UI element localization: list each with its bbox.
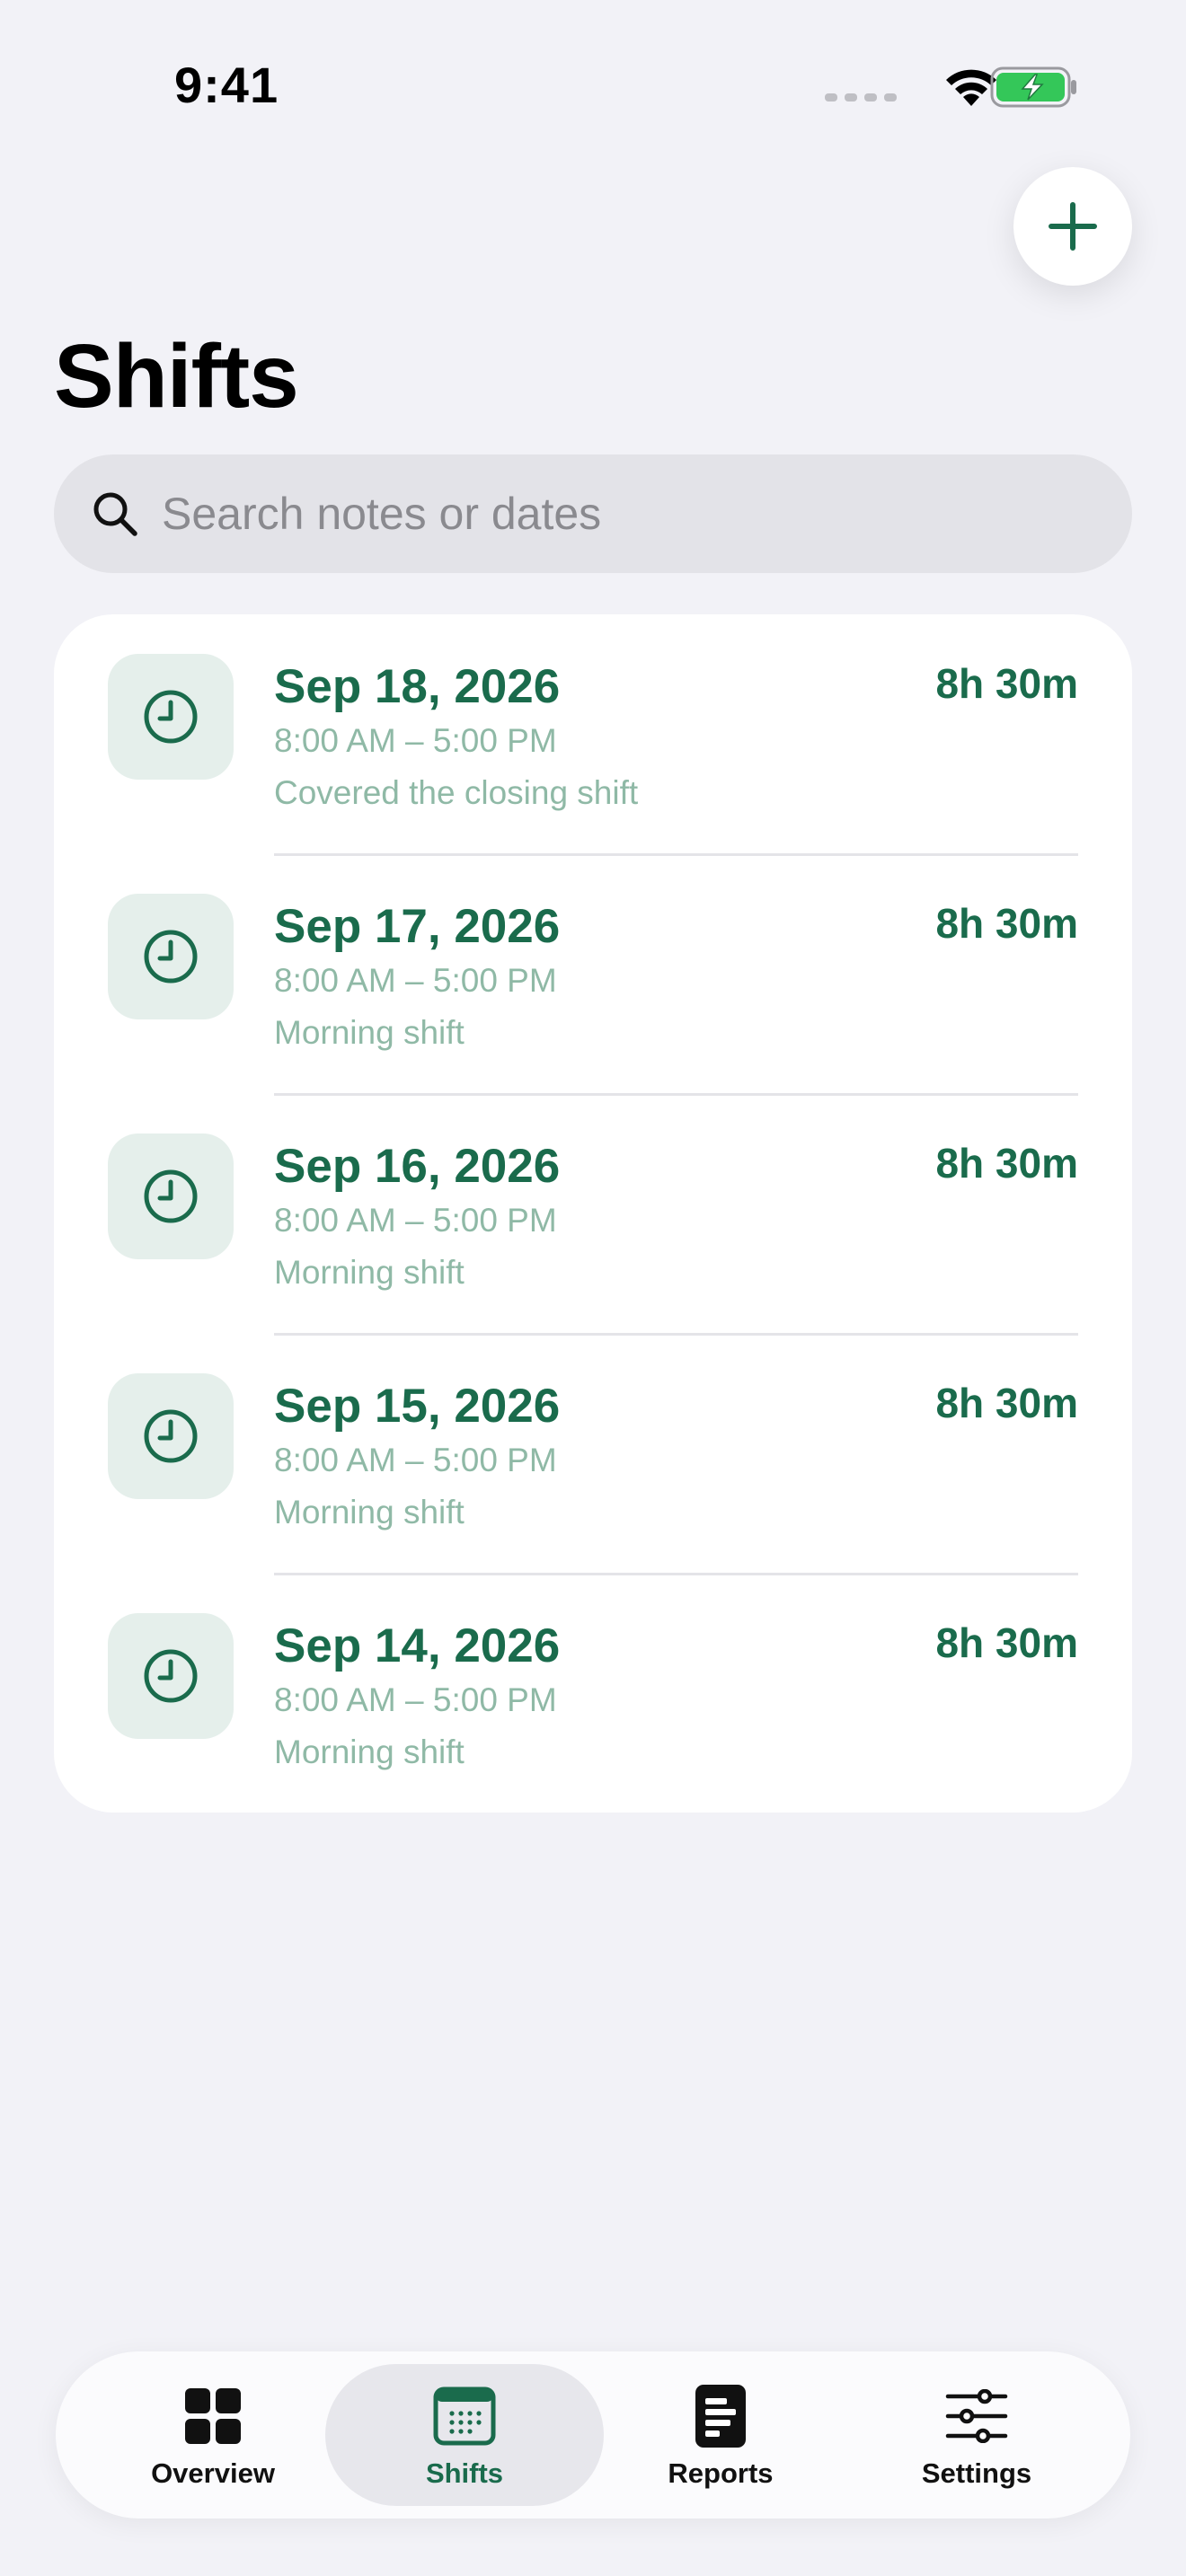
shift-time-range: 8:00 AM – 5:00 PM (274, 1442, 557, 1478)
row-divider (274, 1093, 1078, 1096)
tab-bar: Overview Shifts Reports Settings (56, 2351, 1130, 2519)
shift-time-range: 8:00 AM – 5:00 PM (274, 1681, 557, 1718)
shift-duration: 8h 30m (935, 900, 1078, 947)
clock-icon (144, 690, 198, 744)
status-time: 9:41 (174, 57, 279, 113)
tab-label: Overview (151, 2457, 275, 2489)
cellular-signal-icon (825, 93, 897, 101)
shift-date: Sep 16, 2026 (274, 1140, 561, 1193)
shift-note: Morning shift (274, 1254, 465, 1291)
shift-duration: 8h 30m (935, 660, 1078, 707)
shift-date: Sep 18, 2026 (274, 660, 561, 713)
shift-date: Sep 15, 2026 (274, 1380, 561, 1433)
shift-time-range: 8:00 AM – 5:00 PM (274, 722, 557, 759)
shift-duration: 8h 30m (935, 1140, 1078, 1187)
shift-row[interactable]: Sep 18, 2026 8h 30m 8:00 AM – 5:00 PM Co… (54, 654, 1132, 894)
tab-shifts[interactable]: Shifts (325, 2364, 604, 2506)
tab-settings[interactable]: Settings (837, 2364, 1116, 2506)
search-icon (93, 492, 137, 536)
clock-icon (144, 1169, 198, 1223)
search-input[interactable] (160, 487, 1062, 541)
shift-note: Morning shift (274, 1494, 465, 1531)
shift-list: Sep 18, 2026 8h 30m 8:00 AM – 5:00 PM Co… (54, 614, 1132, 1813)
tab-overview[interactable]: Overview (74, 2364, 352, 2506)
tab-label: Reports (668, 2457, 774, 2489)
search-bar[interactable] (54, 454, 1132, 573)
shift-note: Morning shift (274, 1734, 465, 1770)
row-divider (274, 853, 1078, 856)
shift-row[interactable]: Sep 14, 2026 8h 30m 8:00 AM – 5:00 PM Mo… (54, 1613, 1132, 1853)
shift-date: Sep 17, 2026 (274, 900, 561, 953)
clock-icon (144, 1409, 198, 1463)
row-divider (274, 1333, 1078, 1336)
shift-clock-badge (108, 1373, 234, 1499)
clock-icon (144, 930, 198, 984)
tab-reports[interactable]: Reports (581, 2364, 860, 2506)
shift-clock-badge (108, 894, 234, 1019)
calendar-icon (433, 2386, 496, 2446)
shift-time-range: 8:00 AM – 5:00 PM (274, 1202, 557, 1239)
grid-icon (185, 2388, 241, 2444)
plus-icon (1049, 202, 1097, 251)
shift-row[interactable]: Sep 17, 2026 8h 30m 8:00 AM – 5:00 PM Mo… (54, 894, 1132, 1134)
shift-note: Morning shift (274, 1014, 465, 1051)
page-title: Shifts (54, 326, 299, 427)
add-shift-button[interactable] (1013, 167, 1132, 286)
sliders-icon (945, 2389, 1008, 2443)
battery-charging-icon (990, 66, 1076, 108)
shift-duration: 8h 30m (935, 1380, 1078, 1426)
shift-clock-badge (108, 1134, 234, 1259)
shift-row[interactable]: Sep 16, 2026 8h 30m 8:00 AM – 5:00 PM Mo… (54, 1134, 1132, 1373)
shift-duration: 8h 30m (935, 1619, 1078, 1666)
shift-clock-badge (108, 654, 234, 780)
row-divider (274, 1573, 1078, 1575)
shift-row[interactable]: Sep 15, 2026 8h 30m 8:00 AM – 5:00 PM Mo… (54, 1373, 1132, 1613)
shift-clock-badge (108, 1613, 234, 1739)
shift-date: Sep 14, 2026 (274, 1619, 561, 1672)
shift-time-range: 8:00 AM – 5:00 PM (274, 962, 557, 999)
shift-note: Covered the closing shift (274, 774, 639, 811)
tab-label: Shifts (425, 2457, 504, 2489)
report-icon (695, 2385, 746, 2448)
tab-label: Settings (921, 2457, 1032, 2489)
clock-icon (144, 1649, 198, 1703)
